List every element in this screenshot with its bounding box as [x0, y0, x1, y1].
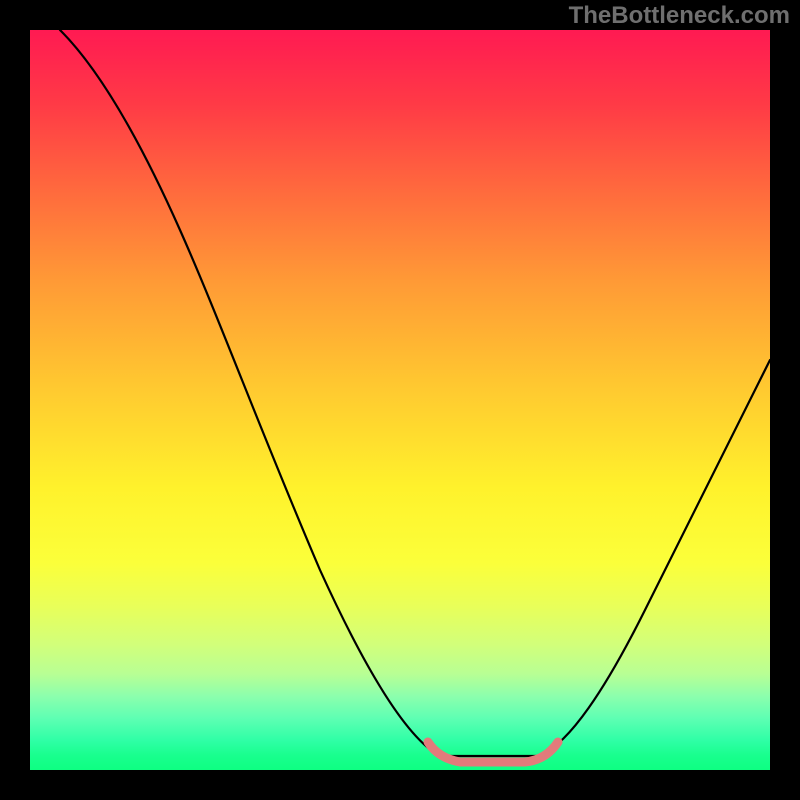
- main-curve-line: [60, 30, 770, 756]
- watermark-text: TheBottleneck.com: [569, 2, 790, 30]
- plot-area: [30, 30, 770, 770]
- curve-overlay: [30, 30, 770, 770]
- chart-frame: TheBottleneck.com: [0, 0, 800, 800]
- trough-highlight-line: [428, 742, 558, 762]
